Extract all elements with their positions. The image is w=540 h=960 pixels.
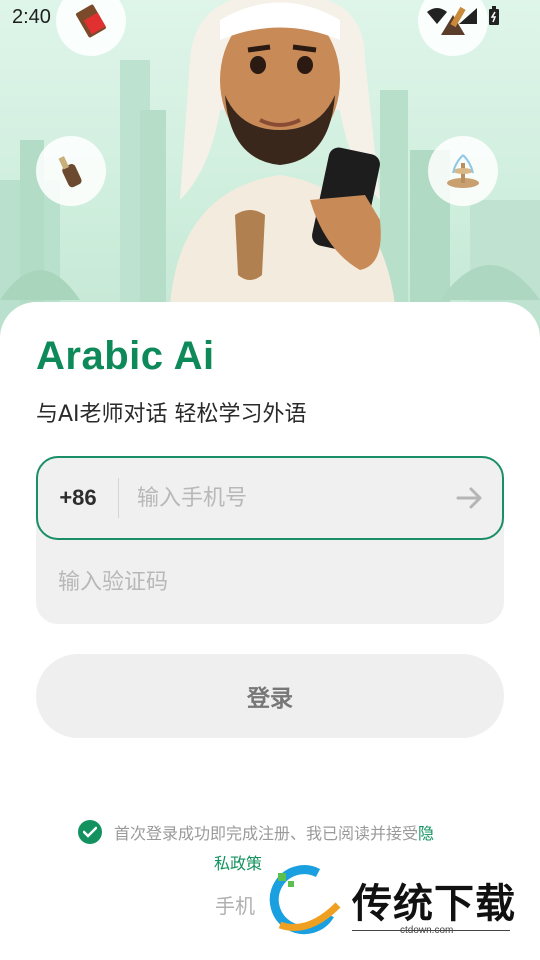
- wifi-icon: [426, 7, 448, 29]
- signal-icon: [458, 7, 478, 29]
- privacy-policy-link-cont[interactable]: 私政策: [214, 850, 262, 874]
- agreement-text: 首次登录成功即完成注册、我已阅读并接受: [114, 824, 419, 843]
- fountain-icon: [428, 136, 498, 206]
- phone-field: +86: [36, 456, 504, 540]
- phone-login-option[interactable]: 手机: [215, 890, 255, 919]
- checkmark-icon[interactable]: [78, 820, 102, 844]
- drink-bottle-icon: [36, 136, 106, 206]
- agreement-row: 首次登录成功即完成注册、我已阅读并接受 隐: [78, 820, 518, 844]
- arrow-right-icon[interactable]: [438, 466, 502, 530]
- status-time: 2:40: [12, 6, 51, 28]
- hero-banner: 2:40: [0, 0, 540, 340]
- status-bar: 2:40: [0, 0, 540, 36]
- phone-input[interactable]: [119, 485, 438, 511]
- privacy-policy-link[interactable]: 隐: [418, 820, 434, 844]
- watermark-logo-icon: [269, 865, 341, 935]
- battery-icon: [488, 6, 500, 30]
- watermark-name: 传统下载: [352, 881, 516, 927]
- watermark: 传统下载: [268, 862, 518, 938]
- login-button[interactable]: 登录: [36, 654, 504, 738]
- arab-man-character: [170, 0, 395, 305]
- watermark-url: ctdown.com: [400, 925, 454, 936]
- country-code-selector[interactable]: +86: [38, 485, 118, 511]
- verification-code-input[interactable]: [58, 560, 478, 604]
- app-title: Arabic Ai: [36, 334, 215, 378]
- app-subtitle: 与AI老师对话 轻松学习外语: [36, 402, 307, 427]
